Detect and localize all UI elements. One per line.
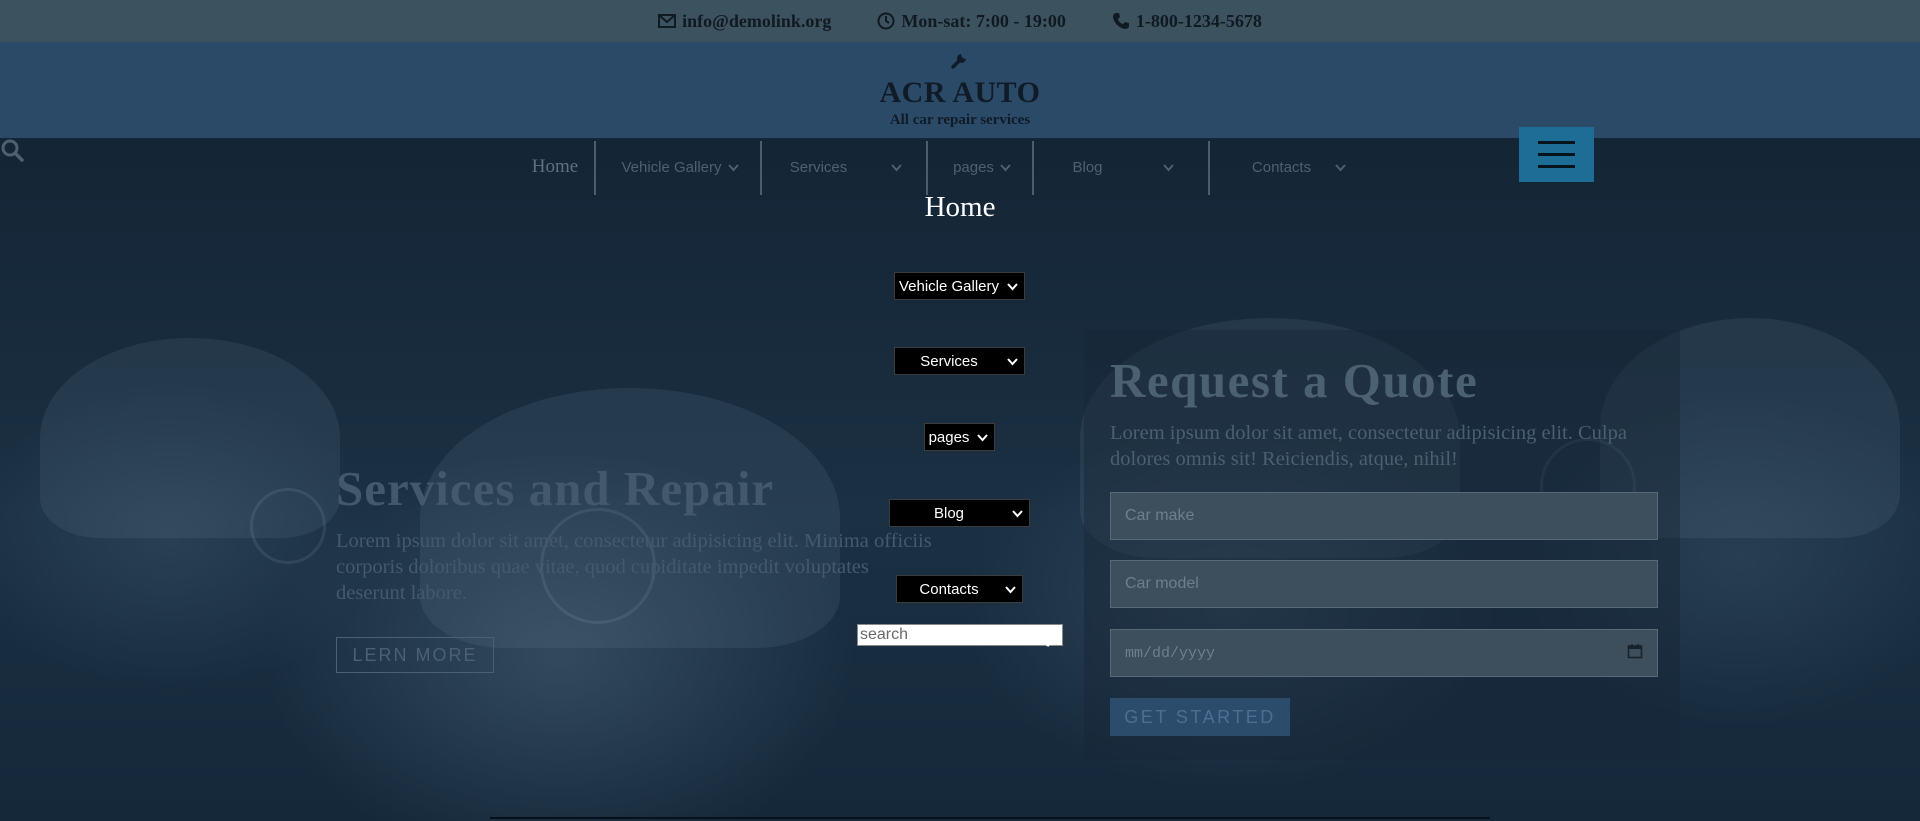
- car-make-input[interactable]: Car make: [1110, 492, 1658, 540]
- phone-icon: [1112, 12, 1130, 30]
- nav-divider: [926, 141, 928, 195]
- mobile-select-contacts[interactable]: Contacts: [896, 575, 1023, 603]
- mobile-search-input[interactable]: search: [857, 624, 1063, 646]
- search-placeholder: search: [860, 626, 909, 643]
- nav-item-contacts[interactable]: Contacts: [1214, 138, 1384, 196]
- get-started-button[interactable]: GET STARTED: [1110, 698, 1290, 736]
- car-model-input[interactable]: Car model: [1110, 560, 1658, 608]
- wrench-icon: [950, 50, 970, 75]
- phone-text: 1-800-1234-5678: [1135, 10, 1262, 31]
- quote-title: Request a Quote: [1110, 353, 1479, 408]
- nav-divider: [1208, 141, 1210, 195]
- nav-divider: [594, 141, 596, 195]
- nav-item-vehicle-gallery[interactable]: Vehicle Gallery: [600, 138, 760, 196]
- top-info-bar: info@demolink.org Mon-sat: 7:00 - 19:00 …: [0, 0, 1920, 42]
- email-contact[interactable]: info@demolink.org: [658, 11, 831, 32]
- date-placeholder: mm/dd/yyyy: [1125, 644, 1216, 662]
- quote-description: Lorem ipsum dolor sit amet, consectetur …: [1110, 422, 1627, 470]
- brand-header: ACR AUTO All car repair services: [0, 42, 1920, 138]
- hamburger-bar: [1538, 165, 1575, 168]
- mobile-select-pages[interactable]: pages: [924, 423, 995, 451]
- clock-icon: [877, 12, 895, 30]
- hamburger-bar: [1538, 153, 1575, 156]
- select-label: Contacts: [919, 580, 979, 598]
- select-label: Vehicle Gallery: [898, 277, 1000, 295]
- opening-hours: Mon-sat: 7:00 - 19:00: [877, 10, 1066, 32]
- nav-label: Contacts: [1251, 158, 1312, 176]
- nav-item-blog[interactable]: Blog: [1038, 138, 1208, 196]
- logo-tagline: All car repair services: [889, 112, 1031, 128]
- nav-label: pages: [953, 158, 994, 176]
- hours-text: Mon-sat: 7:00 - 19:00: [901, 10, 1066, 31]
- car-emblem: [250, 488, 326, 564]
- chevron-down-icon: [977, 429, 994, 446]
- nav-item-home[interactable]: Home: [525, 138, 585, 196]
- hamburger-bar: [1538, 141, 1575, 144]
- logo-title[interactable]: ACR AUTO: [0, 76, 1920, 110]
- nav-label: Vehicle Gallery: [621, 158, 722, 176]
- envelope-icon: [658, 14, 677, 28]
- select-label: Services: [920, 352, 978, 370]
- nav-divider: [1032, 141, 1034, 195]
- nav-item-pages[interactable]: pages: [932, 138, 1032, 196]
- nav-label: Services: [789, 158, 848, 176]
- chevron-down-icon: [1005, 581, 1022, 598]
- nav-label: Blog: [1072, 158, 1103, 176]
- menu-toggle-button[interactable]: [1519, 127, 1594, 182]
- nav-divider: [760, 141, 762, 195]
- mobile-select-services[interactable]: Services: [894, 347, 1025, 375]
- hero-description: Lorem ipsum dolor sit amet, consectetur …: [336, 530, 932, 604]
- car-make-placeholder: Car make: [1125, 507, 1195, 524]
- mobile-select-vehicle-gallery[interactable]: Vehicle Gallery: [894, 272, 1025, 300]
- section-divider: [490, 817, 1490, 819]
- chevron-down-icon: [727, 159, 739, 176]
- chevron-down-icon: [1007, 353, 1024, 370]
- mobile-nav-home[interactable]: Home: [0, 191, 1920, 224]
- chevron-down-icon: [891, 159, 903, 176]
- select-label: Blog: [933, 504, 965, 522]
- nav-item-services[interactable]: Services: [766, 138, 926, 196]
- chevron-down-icon: [1335, 159, 1346, 176]
- main-nav: Home Vehicle Gallery Services pages Blog…: [0, 138, 1920, 196]
- nav-label: Home: [531, 156, 579, 177]
- chevron-down-icon: [1007, 278, 1024, 295]
- mobile-select-blog[interactable]: Blog: [889, 499, 1030, 527]
- hero-title: Services and Repair: [336, 461, 775, 516]
- learn-more-button[interactable]: LERN MORE: [336, 637, 494, 673]
- select-label: pages: [928, 428, 970, 446]
- calendar-icon[interactable]: [1627, 643, 1643, 664]
- chevron-down-icon: [1012, 505, 1029, 522]
- search-icon[interactable]: [1034, 633, 1052, 654]
- search-icon[interactable]: [0, 138, 24, 167]
- phone-contact[interactable]: 1-800-1234-5678: [1112, 11, 1262, 32]
- chevron-down-icon: [1000, 159, 1011, 176]
- car-model-placeholder: Car model: [1125, 575, 1199, 592]
- date-input[interactable]: mm/dd/yyyy: [1110, 629, 1658, 677]
- email-text: info@demolink.org: [682, 10, 832, 31]
- chevron-down-icon: [1162, 159, 1174, 176]
